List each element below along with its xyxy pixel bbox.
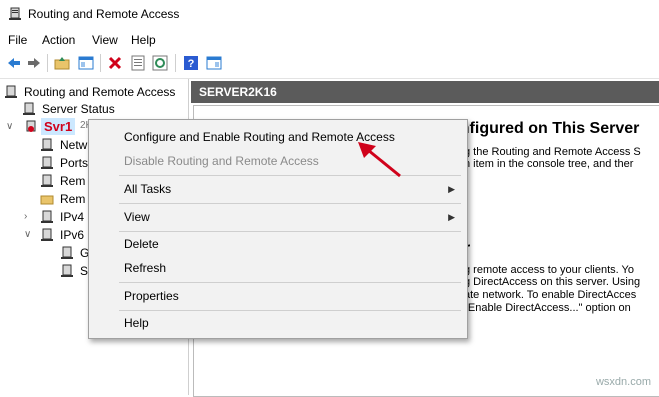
details-text: g DirectAccess on this server. Using <box>464 276 641 288</box>
details-header: SERVER2K16 <box>191 81 659 103</box>
watermark: wsxdn.com <box>595 376 651 388</box>
menu-item-delete[interactable]: Delete <box>124 237 159 251</box>
ipv6-icon <box>41 228 53 241</box>
general-icon <box>61 246 73 259</box>
tree-item-label: IPv6 <box>60 228 85 242</box>
chevron-down-icon[interactable]: ∨ <box>6 121 13 132</box>
delete-icon[interactable] <box>107 55 123 71</box>
menu-action[interactable]: Action <box>42 33 75 47</box>
server-icon <box>26 120 36 132</box>
forward-icon[interactable] <box>26 55 42 71</box>
details-text: n item in the console tree, and ther <box>464 158 634 170</box>
ipv4-icon <box>41 210 53 223</box>
clients-icon <box>41 174 53 187</box>
app-icon <box>9 7 21 20</box>
server-status-label: Server Status <box>42 102 115 116</box>
show-hide-tree-icon[interactable] <box>78 55 94 71</box>
tree-item-label: S <box>80 264 89 278</box>
chevron-down-icon[interactable]: ∨ <box>24 229 31 240</box>
refresh-icon[interactable] <box>152 55 168 71</box>
rras-icon <box>5 85 17 98</box>
up-folder-icon[interactable] <box>54 55 70 71</box>
tree-item-label: Ports <box>60 156 89 170</box>
heading-configured: onfigured on This Server <box>450 120 640 137</box>
properties-icon[interactable] <box>130 55 146 71</box>
help-icon[interactable]: ? <box>183 55 199 71</box>
menu-file[interactable]: File <box>8 33 27 47</box>
annotation-arrow-icon <box>358 142 401 178</box>
back-icon[interactable] <box>6 55 22 71</box>
details-text: g remote access to your clients. Yo <box>464 264 634 276</box>
folder-icon <box>40 195 54 205</box>
menu-item-help[interactable]: Help <box>124 316 149 330</box>
menu-item-all-tasks[interactable]: All Tasks <box>124 182 171 196</box>
export-icon[interactable] <box>206 55 222 71</box>
static-routes-icon <box>61 264 73 277</box>
server-name: Svr1 <box>44 119 73 134</box>
details-text: g the Routing and Remote Access S <box>464 146 641 158</box>
details-header-title: SERVER2K16 <box>199 85 277 99</box>
details-text: "Enable DirectAccess..." option on <box>464 302 631 314</box>
menu-item-disable: Disable Routing and Remote Access <box>124 154 319 168</box>
submenu-arrow-icon: ▶ <box>448 184 455 194</box>
tree-item-label: IPv4 <box>60 210 85 224</box>
chevron-right-icon[interactable]: › <box>24 211 27 222</box>
tree-item-label: Netw <box>60 138 88 152</box>
tree-item-label: Rem <box>60 192 86 206</box>
menu-item-refresh[interactable]: Refresh <box>124 261 166 275</box>
tree-item-label: Rem <box>60 174 86 188</box>
menu-bar: File Action View Help <box>0 30 659 50</box>
menu-item-properties[interactable]: Properties <box>124 289 179 303</box>
ports-icon <box>41 156 53 169</box>
menu-view[interactable]: View <box>92 33 118 47</box>
network-icon <box>41 138 53 151</box>
submenu-arrow-icon: ▶ <box>448 212 455 222</box>
server-status-icon <box>23 102 35 115</box>
details-text: ate network. To enable DirectAcces <box>464 289 637 301</box>
menu-item-view[interactable]: View <box>124 210 150 224</box>
window-title: Routing and Remote Access <box>28 7 180 21</box>
menu-help[interactable]: Help <box>131 33 156 47</box>
tree-root-label: Routing and Remote Access <box>24 85 176 99</box>
svg-text:?: ? <box>188 58 195 70</box>
toolbar: ? <box>0 50 659 79</box>
title-bar: Routing and Remote Access <box>0 0 659 30</box>
context-menu: Configure and Enable Routing and Remote … <box>88 119 468 339</box>
